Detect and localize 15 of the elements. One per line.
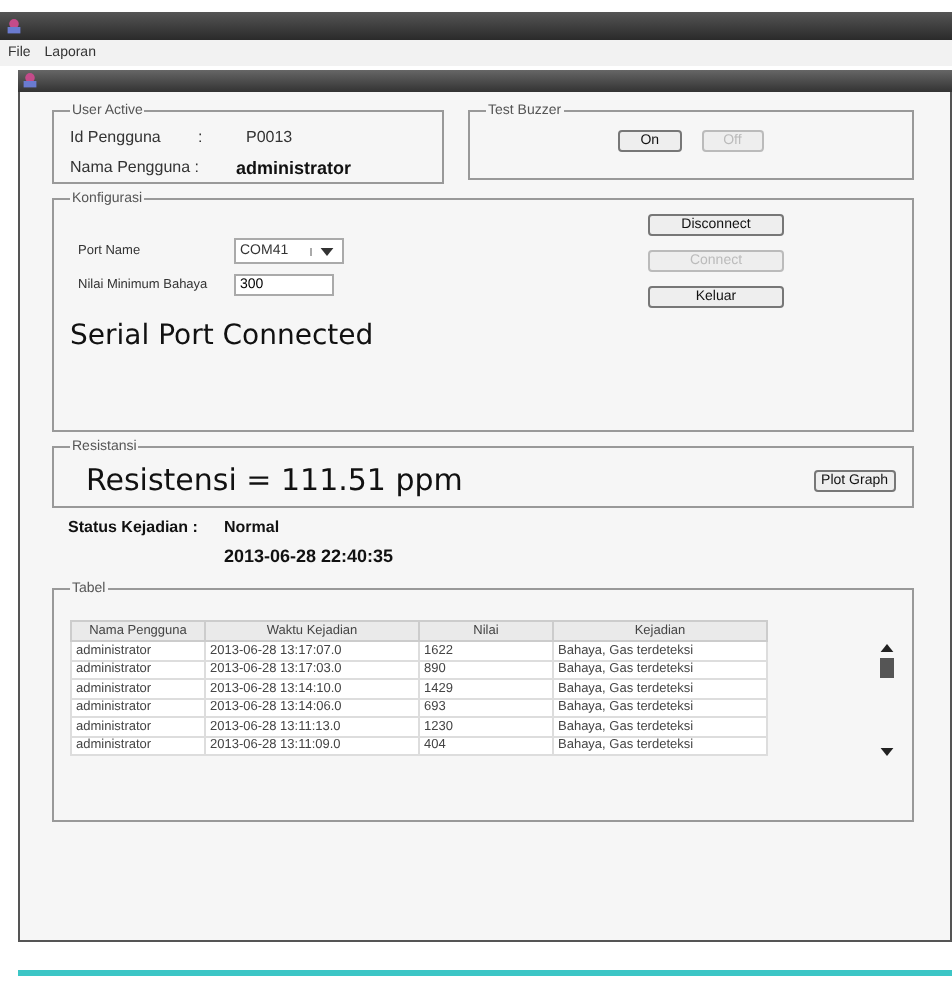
app-icon	[22, 72, 38, 90]
field-label: Id Pengguna	[70, 128, 163, 146]
scroll-thumb[interactable]	[879, 658, 893, 678]
status-label: Status Kejadian :	[68, 518, 200, 536]
field-label: Nama Pengguna :	[70, 158, 201, 176]
scroll-up-icon[interactable]	[879, 644, 893, 652]
user-id: P0013	[246, 128, 293, 146]
connection-status: Serial Port Connected	[70, 320, 374, 352]
status-value: Normal	[224, 518, 280, 536]
status-time: 2013-06-28 22:40:35	[224, 546, 394, 566]
scroll-down-icon[interactable]	[879, 748, 893, 756]
user-name: administrator	[236, 157, 352, 177]
resistance-reading: Resistensi = 111.51 ppm	[86, 462, 463, 498]
app-icon	[6, 17, 22, 35]
separator-text: :	[198, 128, 205, 146]
